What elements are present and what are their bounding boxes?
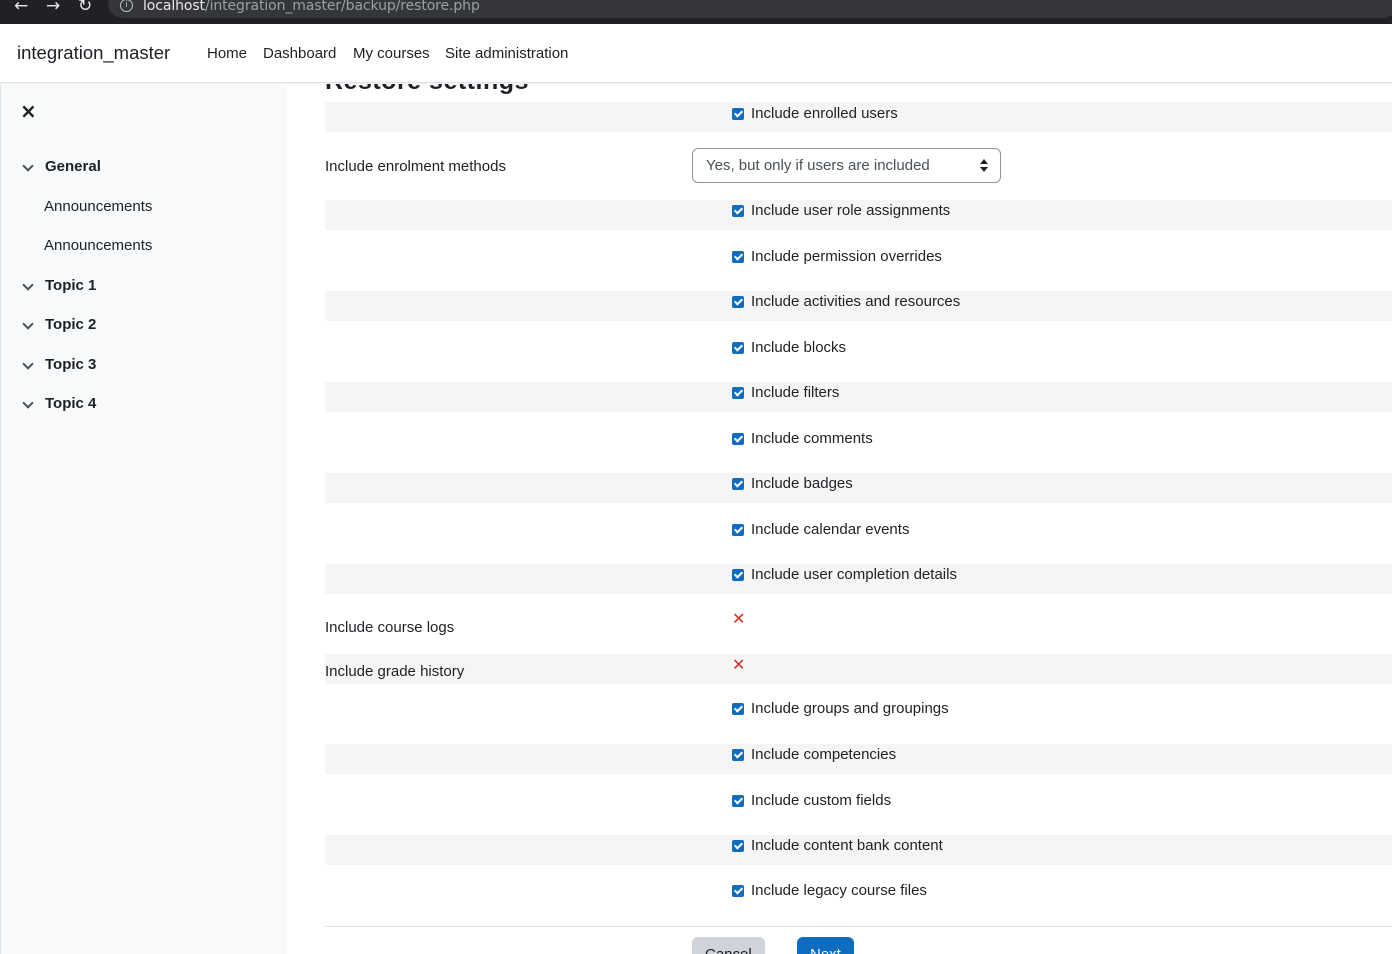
chevron-down-icon[interactable] [22, 159, 34, 172]
enrolment-methods-label: Include enrolment methods [325, 158, 506, 175]
next-button[interactable]: Next [797, 937, 854, 954]
setting-label[interactable]: Include user completion details [751, 566, 957, 583]
close-drawer-icon[interactable]: × [20, 101, 37, 121]
disabled-x-icon: ✕ [732, 609, 746, 628]
setting-label[interactable]: Include permission overrides [751, 248, 942, 265]
legacy-files-checkbox[interactable] [732, 885, 744, 897]
nav-site-administration[interactable]: Site administration [445, 45, 568, 62]
competencies-checkbox[interactable] [732, 749, 744, 761]
setting-row: Include comments [325, 412, 1392, 473]
setting-label[interactable]: Include activities and resources [751, 293, 960, 310]
course-section-topic-2[interactable]: Topic 2 [21, 316, 96, 333]
groups-checkbox[interactable] [732, 703, 744, 715]
setting-row: Include permission overrides [325, 230, 1392, 291]
course-activity-announcements[interactable]: Announcements [44, 237, 152, 254]
setting-label[interactable]: Include comments [751, 430, 873, 447]
activities-checkbox[interactable] [732, 296, 744, 308]
setting-row: Include user completion details [325, 564, 1392, 594]
blocks-checkbox[interactable] [732, 342, 744, 354]
setting-row: Include content bank content [325, 835, 1392, 865]
setting-row: Include activities and resources [325, 291, 1392, 321]
forward-icon[interactable]: → [46, 0, 60, 16]
page-heading: Restore settings [325, 84, 529, 96]
course-section-topic-1[interactable]: Topic 1 [21, 277, 96, 294]
address-bar[interactable]: i localhost/integration_master/backup/re… [108, 0, 1392, 18]
setting-row: Include calendar events [325, 503, 1392, 564]
disabled-x-icon: ✕ [732, 655, 746, 674]
setting-label[interactable]: Include filters [751, 384, 839, 401]
cancel-button[interactable]: Cancel [692, 937, 765, 954]
setting-label[interactable]: Include enrolled users [751, 105, 898, 122]
chevron-down-icon[interactable] [22, 357, 34, 370]
course-logs-label: Include course logs [325, 619, 455, 636]
enrolled-users-checkbox[interactable] [732, 108, 744, 120]
setting-label[interactable]: Include calendar events [751, 521, 909, 538]
select-value: Yes, but only if users are included [706, 157, 930, 174]
nav-dashboard[interactable]: Dashboard [263, 45, 336, 62]
top-navbar: integration_master Home Dashboard My cou… [0, 24, 1392, 83]
restore-settings-form: Restore settings Include enrolled users … [286, 84, 1392, 954]
setting-row: Include course logs ✕ [325, 594, 1392, 654]
setting-label[interactable]: Include content bank content [751, 837, 943, 854]
site-info-icon[interactable]: i [120, 0, 133, 12]
back-icon[interactable]: ← [14, 0, 28, 16]
setting-row: Include groups and groupings [325, 684, 1392, 744]
setting-row: Include competencies [325, 744, 1392, 774]
badges-checkbox[interactable] [732, 478, 744, 490]
setting-row: Include grade history ✕ [325, 654, 1392, 684]
course-section-topic-4[interactable]: Topic 4 [21, 395, 96, 412]
chevron-down-icon[interactable] [22, 396, 34, 409]
course-activity-announcements[interactable]: Announcements [44, 198, 152, 215]
content-bank-checkbox[interactable] [732, 840, 744, 852]
url-text: localhost/integration_master/backup/rest… [143, 0, 480, 14]
permission-overrides-checkbox[interactable] [732, 251, 744, 263]
select-arrows-icon [980, 159, 988, 173]
filters-checkbox[interactable] [732, 387, 744, 399]
course-section-topic-3[interactable]: Topic 3 [21, 356, 96, 373]
setting-row: Include badges [325, 473, 1392, 503]
setting-row: Include legacy course files [325, 865, 1392, 926]
setting-label[interactable]: Include blocks [751, 339, 846, 356]
browser-toolbar: ← → ↻ i localhost/integration_master/bac… [0, 0, 1392, 24]
course-index-drawer: × General Announcements Announcements To… [0, 84, 286, 954]
custom-fields-checkbox[interactable] [732, 795, 744, 807]
form-divider [325, 926, 1392, 927]
setting-row: Include enrolled users [325, 102, 1392, 132]
setting-label[interactable]: Include legacy course files [751, 882, 927, 899]
nav-home[interactable]: Home [207, 45, 247, 62]
setting-row: Include custom fields [325, 774, 1392, 835]
setting-label[interactable]: Include badges [751, 475, 853, 492]
user-completion-checkbox[interactable] [732, 569, 744, 581]
course-section-general[interactable]: General [21, 158, 101, 175]
role-assignments-checkbox[interactable] [732, 205, 744, 217]
setting-label[interactable]: Include competencies [751, 746, 896, 763]
setting-row: Include blocks [325, 321, 1392, 382]
reload-icon[interactable]: ↻ [78, 0, 92, 16]
comments-checkbox[interactable] [732, 433, 744, 445]
setting-label[interactable]: Include groups and groupings [751, 700, 949, 717]
setting-label[interactable]: Include user role assignments [751, 202, 950, 219]
chevron-down-icon[interactable] [22, 317, 34, 330]
setting-label[interactable]: Include custom fields [751, 792, 891, 809]
setting-row: Include user role assignments [325, 200, 1392, 230]
chevron-down-icon[interactable] [22, 278, 34, 291]
enrolment-methods-select[interactable]: Yes, but only if users are included [692, 148, 1001, 183]
setting-row: Include filters [325, 382, 1392, 412]
site-brand[interactable]: integration_master [17, 42, 170, 64]
nav-my-courses[interactable]: My courses [353, 45, 430, 62]
calendar-events-checkbox[interactable] [732, 524, 744, 536]
grade-history-label: Include grade history [325, 663, 465, 680]
